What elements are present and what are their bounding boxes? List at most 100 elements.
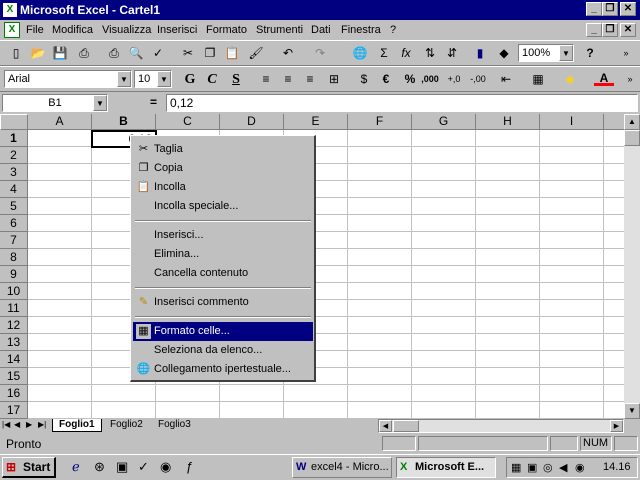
redo-icon[interactable]: ↷	[310, 44, 330, 63]
row-header-8[interactable]: 8	[0, 249, 28, 266]
new-icon[interactable]: ▯	[6, 44, 26, 63]
menu-inserisci[interactable]: Inserisci	[157, 24, 197, 36]
app-icon[interactable]: ◉	[160, 459, 171, 475]
chevron-down-icon[interactable]: ▼	[157, 71, 171, 87]
align-left-icon[interactable]: ≡	[256, 70, 276, 89]
drawing-icon[interactable]: ◆	[494, 44, 514, 63]
workbook-icon[interactable]: X	[4, 22, 20, 38]
row-header-1[interactable]: 1	[0, 130, 28, 147]
row-header-15[interactable]: 15	[0, 368, 28, 385]
save-icon[interactable]: 💾	[50, 44, 70, 63]
tray-antivirus-icon[interactable]: ◉	[575, 461, 585, 474]
column-header-j[interactable]	[604, 114, 624, 130]
scroll-down-icon[interactable]: ▼	[624, 403, 640, 419]
ctx-formato-celle[interactable]: ▦ Formato celle...	[133, 322, 313, 341]
italic-button[interactable]: C	[202, 70, 222, 89]
percent-button[interactable]: %	[400, 70, 420, 89]
row-header-16[interactable]: 16	[0, 385, 28, 402]
scroll-right-icon[interactable]: ▶	[610, 420, 623, 432]
menu-finestra[interactable]: Finestra	[341, 24, 381, 36]
tab-first-icon[interactable]: |◀	[2, 420, 10, 429]
row-header-10[interactable]: 10	[0, 283, 28, 300]
row-header-13[interactable]: 13	[0, 334, 28, 351]
outlook-icon[interactable]: ⊛	[94, 459, 105, 475]
formula-input[interactable]: 0,12	[166, 94, 638, 112]
menu-file[interactable]: File	[26, 24, 44, 36]
merge-center-icon[interactable]: ⊞	[324, 70, 344, 89]
tray-monitor-icon[interactable]: ▣	[527, 461, 537, 474]
column-header-e[interactable]: E	[284, 114, 348, 130]
explorer-icon[interactable]: ▣	[116, 459, 128, 475]
ctx-collegamento[interactable]: 🌐 Collegamento ipertestuale...	[133, 360, 313, 379]
column-header-b[interactable]: B	[92, 114, 156, 130]
preview-icon[interactable]: 🔍	[126, 44, 146, 63]
paste-icon[interactable]: 📋	[222, 44, 242, 63]
start-button[interactable]: ⊞ Start	[2, 457, 56, 478]
scroll-thumb[interactable]	[624, 130, 640, 146]
row-header-11[interactable]: 11	[0, 300, 28, 317]
open-icon[interactable]: 📂	[28, 44, 48, 63]
underline-button[interactable]: S	[226, 70, 246, 89]
undo-icon[interactable]: ↶	[278, 44, 298, 63]
tab-next-icon[interactable]: ▶	[26, 420, 32, 429]
function-button[interactable]: fx	[396, 44, 416, 63]
column-header-d[interactable]: D	[220, 114, 284, 130]
row-header-14[interactable]: 14	[0, 351, 28, 368]
autosum-button[interactable]: Σ	[374, 44, 394, 63]
menu-dati[interactable]: Dati	[311, 24, 331, 36]
menu-help[interactable]: ?	[390, 24, 396, 36]
thousands-button[interactable]: ,000	[420, 70, 440, 89]
doc-minimize-button[interactable]: _	[586, 23, 602, 37]
excel-app-icon[interactable]: X	[3, 3, 17, 17]
column-header-h[interactable]: H	[476, 114, 540, 130]
ctx-copia[interactable]: ❐ Copia	[133, 159, 313, 178]
row-header-2[interactable]: 2	[0, 147, 28, 164]
doc-restore-button[interactable]: ❐	[602, 23, 618, 37]
euro-button[interactable]: €	[376, 70, 396, 89]
tray-network-icon[interactable]: ▦	[511, 461, 521, 474]
tray-app-icon[interactable]: ◎	[543, 461, 553, 474]
more-buttons-icon[interactable]: »	[620, 70, 640, 89]
channels-icon[interactable]: ✓	[138, 459, 149, 475]
row-header-4[interactable]: 4	[0, 181, 28, 198]
bold-button[interactable]: G	[180, 70, 200, 89]
decrease-indent-icon[interactable]: ⇤	[496, 70, 516, 89]
select-all-corner[interactable]	[0, 114, 28, 130]
ctx-inserisci-commento[interactable]: ✎ Inserisci commento	[133, 293, 313, 312]
row-header-3[interactable]: 3	[0, 164, 28, 181]
ctx-incolla[interactable]: 📋 Incolla	[133, 178, 313, 197]
doc-close-button[interactable]: ✕	[620, 23, 636, 37]
ctx-taglia[interactable]: ✂ Taglia	[133, 140, 313, 159]
cut-icon[interactable]: ✂	[178, 44, 198, 63]
spelling-icon[interactable]: ✓	[148, 44, 168, 63]
help-button[interactable]: ?	[580, 44, 600, 63]
menu-visualizza[interactable]: Visualizza	[102, 24, 151, 36]
align-right-icon[interactable]: ≡	[300, 70, 320, 89]
chevron-down-icon[interactable]: ▼	[93, 95, 107, 111]
tab-prev-icon[interactable]: ◀	[14, 420, 20, 429]
close-button[interactable]: ✕	[620, 2, 636, 16]
vertical-scrollbar[interactable]: ▲ ▼	[624, 114, 640, 419]
tray-volume-icon[interactable]: ◀	[559, 461, 567, 474]
quick-launch-icon[interactable]: ƒ	[186, 459, 193, 474]
column-header-g[interactable]: G	[412, 114, 476, 130]
row-header-9[interactable]: 9	[0, 266, 28, 283]
row-header-12[interactable]: 12	[0, 317, 28, 334]
more-buttons-icon[interactable]: »	[616, 44, 636, 63]
chevron-down-icon[interactable]: ▼	[117, 71, 131, 87]
font-combo[interactable]: Arial ▼	[4, 70, 132, 88]
copy-icon[interactable]: ❐	[200, 44, 220, 63]
zoom-combo[interactable]: 100% ▼	[518, 44, 574, 62]
menu-formato[interactable]: Formato	[206, 24, 247, 36]
ctx-inserisci[interactable]: Inserisci...	[133, 226, 313, 245]
row-header-7[interactable]: 7	[0, 232, 28, 249]
borders-icon[interactable]: ▦	[528, 70, 548, 89]
increase-decimal-button[interactable]: +,0	[444, 70, 464, 89]
chart-wizard-icon[interactable]: ▮	[470, 44, 490, 63]
align-center-icon[interactable]: ≡	[278, 70, 298, 89]
menu-strumenti[interactable]: Strumenti	[256, 24, 303, 36]
ie-icon[interactable]: ℯ	[72, 459, 80, 475]
column-header-c[interactable]: C	[156, 114, 220, 130]
column-header-i[interactable]: I	[540, 114, 604, 130]
tab-foglio2[interactable]: Foglio2	[104, 419, 149, 432]
